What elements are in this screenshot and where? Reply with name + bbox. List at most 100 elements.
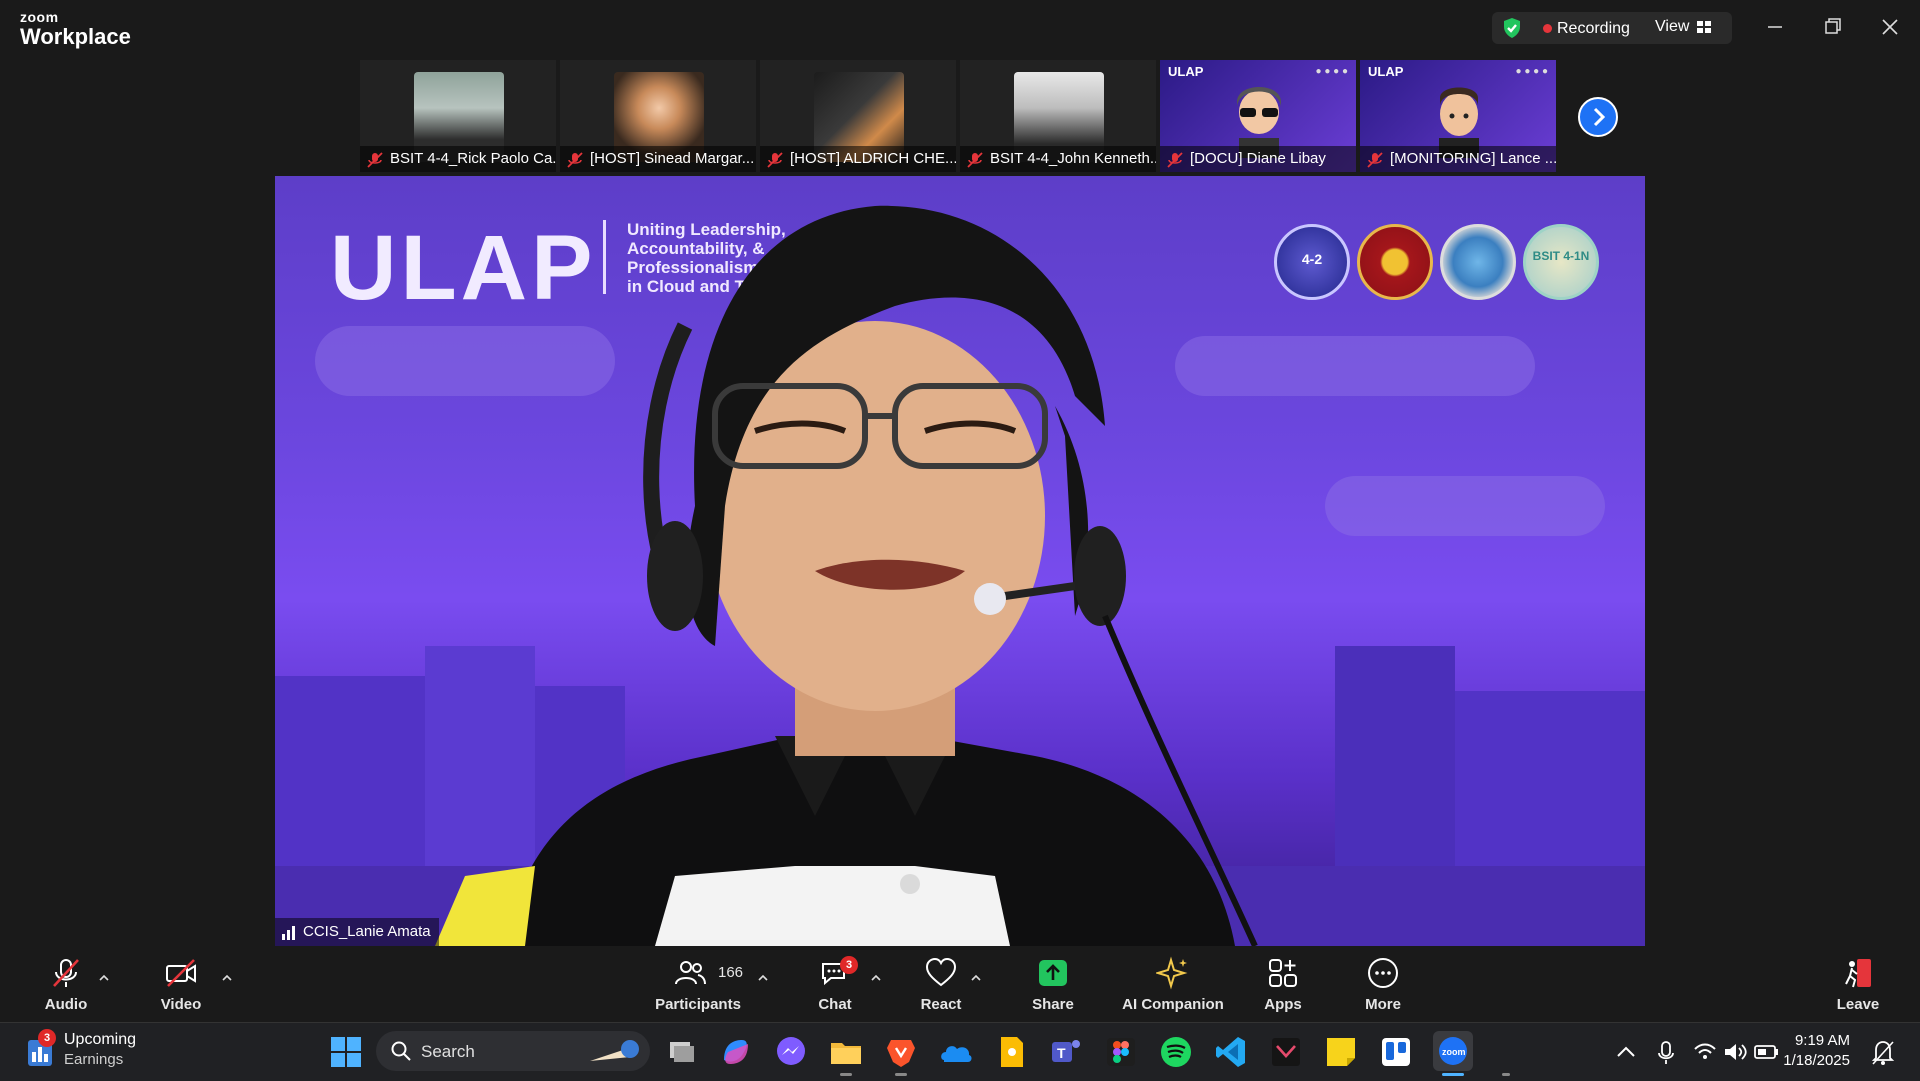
chevron-up-icon[interactable] — [757, 972, 769, 984]
leave-button[interactable]: Leave — [1822, 946, 1894, 1022]
participant-tile[interactable]: ULAP ● ● ● ● [DOCU] Diane Libay — [1160, 60, 1356, 172]
react-label: React — [920, 996, 962, 1013]
speaker-figure — [435, 205, 1258, 946]
signal-bars-icon — [282, 926, 295, 941]
close-icon[interactable] — [1877, 14, 1903, 40]
participant-name: [HOST] Sinead Margar... — [590, 150, 755, 167]
video-button[interactable]: Video — [143, 946, 219, 1022]
chevron-up-icon[interactable] — [98, 972, 110, 984]
windows-start-icon[interactable] — [328, 1034, 364, 1070]
leave-door-icon — [1845, 959, 1871, 988]
recording-label[interactable]: Recording — [1557, 20, 1630, 38]
ulap-mini-logo: ULAP — [1168, 64, 1204, 79]
svg-text:T: T — [1057, 1045, 1066, 1061]
shield-icon[interactable] — [1500, 16, 1524, 40]
brand-name: Workplace — [20, 24, 131, 49]
restore-icon[interactable] — [1820, 14, 1846, 40]
running-indicator — [895, 1073, 907, 1076]
running-indicator — [840, 1073, 852, 1076]
audio-label: Audio — [44, 996, 88, 1013]
participant-name: [DOCU] Diane Libay — [1190, 150, 1326, 167]
chat-button[interactable]: Chat — [800, 946, 870, 1022]
clock-time: 9:19 AM — [1794, 1032, 1850, 1049]
title-bar: zoom Workplace Recording View — [0, 0, 1920, 56]
more-button[interactable]: More — [1348, 946, 1418, 1022]
next-page-button[interactable] — [1578, 97, 1618, 137]
participant-tile[interactable]: [HOST] ALDRICH CHE... — [760, 60, 956, 172]
teams-icon[interactable]: T — [1048, 1034, 1084, 1070]
task-view-icon[interactable] — [664, 1034, 700, 1070]
chevron-up-icon[interactable] — [1612, 1034, 1640, 1070]
more-icon — [1368, 958, 1398, 988]
participant-name: [MONITORING] Lance ... — [1390, 150, 1556, 167]
participant-name-bar: BSIT 4-4_John Kenneth... — [960, 146, 1156, 172]
apps-icon — [1269, 959, 1297, 987]
share-button[interactable]: Share — [1018, 946, 1088, 1022]
participants-button[interactable]: Participants — [650, 946, 746, 1022]
chat-unread-badge: 3 — [840, 956, 858, 974]
active-app-indicator — [1442, 1073, 1464, 1076]
spotify-icon[interactable] — [1158, 1034, 1194, 1070]
participant-tile[interactable]: [HOST] Sinead Margar... — [560, 60, 756, 172]
notification-bell-icon[interactable] — [1868, 1034, 1898, 1070]
heart-icon — [925, 957, 957, 987]
share-screen-icon — [1039, 960, 1067, 986]
meeting-toolbar: Audio Video Participants 166 Chat 3 Reac… — [0, 946, 1920, 1022]
seal-dots-icon: ● ● ● ● — [1315, 66, 1349, 77]
brave-browser-icon[interactable] — [883, 1034, 919, 1070]
participant-name: [HOST] ALDRICH CHE... — [790, 150, 956, 167]
chevron-up-icon[interactable] — [970, 972, 982, 984]
mic-muted-icon — [1167, 152, 1183, 168]
clock-date: 1/18/2025 — [1783, 1052, 1850, 1069]
system-clock[interactable]: 9:19 AM 1/18/2025 — [1783, 1031, 1850, 1071]
apps-button[interactable]: Apps — [1248, 946, 1318, 1022]
svg-text:zoom: zoom — [1442, 1047, 1466, 1057]
mic-muted-icon — [567, 152, 583, 168]
participant-tile[interactable]: BSIT 4-4_John Kenneth... — [960, 60, 1156, 172]
capcut-icon[interactable] — [1268, 1034, 1304, 1070]
audio-button[interactable]: Audio — [28, 946, 104, 1022]
seal-dots-icon: ● ● ● ● — [1515, 66, 1549, 77]
widget-title: Upcoming — [64, 1031, 137, 1048]
chat-label: Chat — [818, 996, 852, 1013]
sticky-notes-icon[interactable] — [1323, 1034, 1359, 1070]
volume-icon[interactable] — [1722, 1034, 1748, 1070]
google-keep-icon[interactable] — [993, 1034, 1029, 1070]
speaker-name-label: CCIS_Lanie Amata — [275, 918, 439, 946]
mic-muted-icon — [767, 152, 783, 168]
participants-label: Participants — [655, 996, 741, 1013]
mic-muted-icon — [367, 152, 383, 168]
minimize-icon[interactable] — [1762, 14, 1788, 40]
battery-icon[interactable] — [1752, 1034, 1780, 1070]
taskbar-search[interactable]: Search — [376, 1031, 650, 1071]
wifi-icon[interactable] — [1692, 1034, 1718, 1070]
apps-label: Apps — [1264, 996, 1302, 1013]
zoom-icon[interactable]: zoom — [1433, 1031, 1473, 1071]
participant-name: BSIT 4-4_Rick Paolo Ca... — [390, 150, 556, 167]
grid-view-icon[interactable] — [1696, 19, 1712, 35]
react-button[interactable]: React — [906, 946, 976, 1022]
trello-icon[interactable] — [1378, 1034, 1414, 1070]
microphone-icon[interactable] — [1654, 1034, 1678, 1070]
chevron-up-icon[interactable] — [221, 972, 233, 984]
view-button[interactable]: View — [1655, 18, 1689, 36]
participant-name-bar: [DOCU] Diane Libay — [1160, 146, 1356, 172]
ai-companion-button[interactable]: AI Companion — [1118, 946, 1228, 1022]
mic-muted-icon — [967, 152, 983, 168]
chevron-up-icon[interactable] — [870, 972, 882, 984]
recording-dot-icon — [1543, 24, 1552, 33]
participant-tile[interactable]: BSIT 4-4_Rick Paolo Ca... — [360, 60, 556, 172]
participant-name-bar: BSIT 4-4_Rick Paolo Ca... — [360, 146, 556, 172]
messenger-icon[interactable] — [773, 1034, 809, 1070]
participant-name-bar: [MONITORING] Lance ... — [1360, 146, 1556, 172]
figma-icon[interactable] — [1103, 1034, 1139, 1070]
widget-subtitle: Earnings — [64, 1051, 124, 1068]
onedrive-icon[interactable] — [938, 1034, 974, 1070]
more-label: More — [1365, 996, 1401, 1013]
sparkle-icon — [1156, 956, 1188, 990]
file-explorer-icon[interactable] — [828, 1034, 864, 1070]
participant-tile[interactable]: ULAP ● ● ● ● [MONITORING] Lance ... — [1360, 60, 1556, 172]
people-icon — [675, 961, 707, 985]
copilot-icon[interactable] — [718, 1034, 754, 1070]
vscode-icon[interactable] — [1213, 1034, 1249, 1070]
